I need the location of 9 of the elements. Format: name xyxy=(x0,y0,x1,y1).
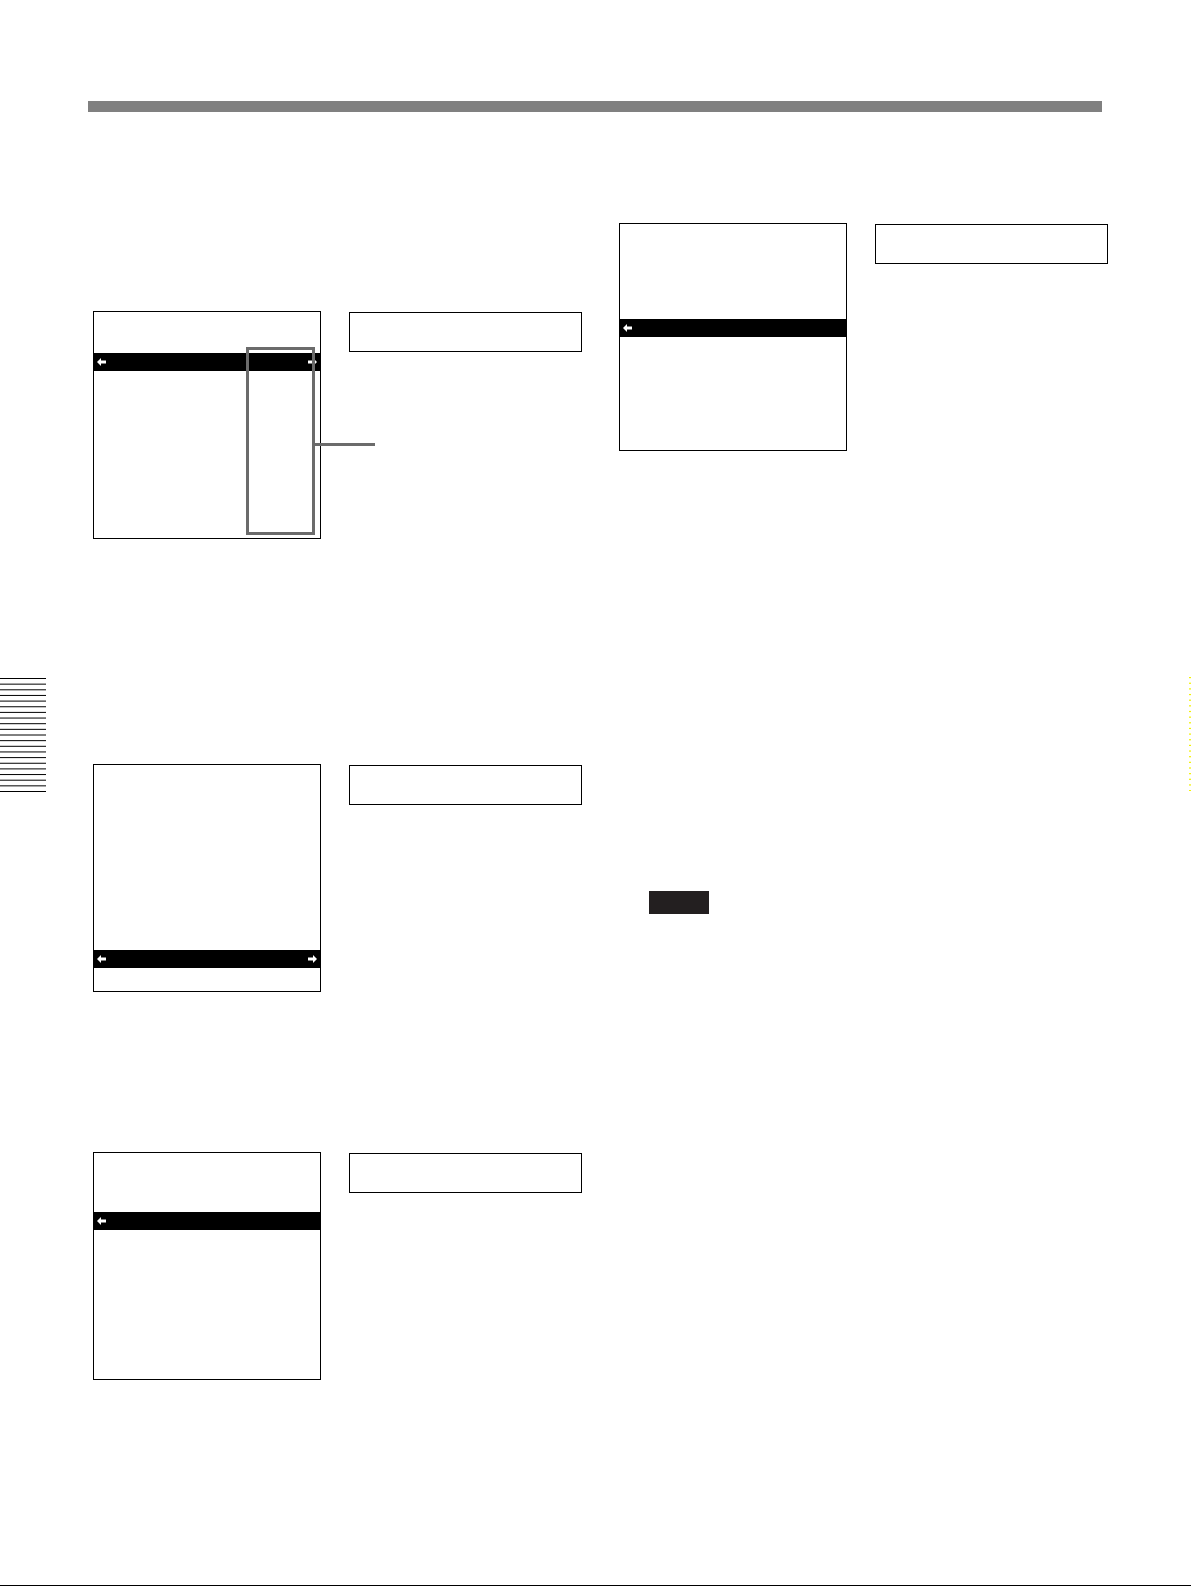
highlight-bar[interactable] xyxy=(94,1211,320,1230)
left-arrow-icon xyxy=(97,954,106,963)
leader-line xyxy=(314,442,375,446)
left-arrow-icon xyxy=(97,1216,106,1225)
left-arrow-icon xyxy=(623,323,632,332)
left-arrow-icon xyxy=(97,357,106,366)
highlight-bar[interactable] xyxy=(94,352,320,371)
highlight-bar[interactable] xyxy=(620,318,846,337)
highlight-bar[interactable] xyxy=(94,949,320,968)
